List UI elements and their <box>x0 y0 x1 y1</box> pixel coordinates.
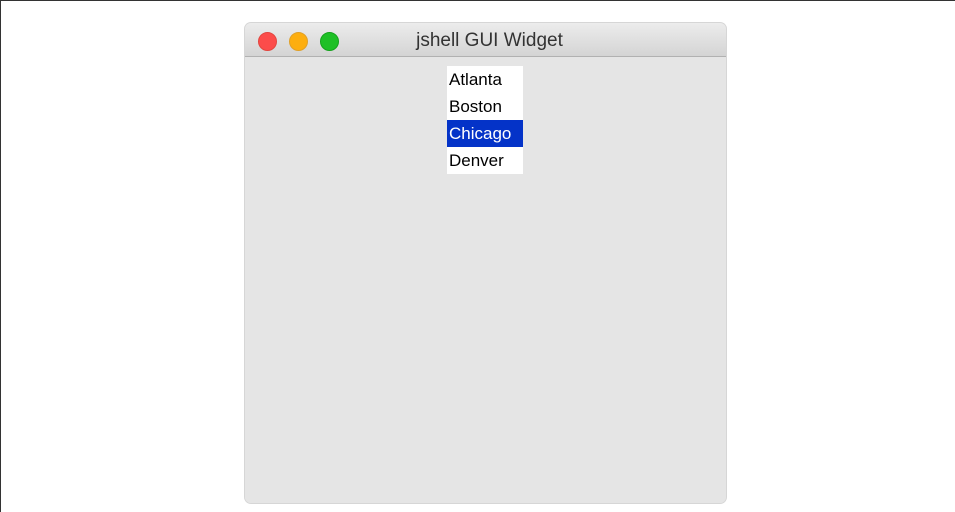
app-window: jshell GUI Widget Atlanta Boston Chicago… <box>245 23 726 503</box>
window-content: Atlanta Boston Chicago Denver <box>245 57 726 503</box>
list-item-atlanta[interactable]: Atlanta <box>447 66 523 93</box>
list-item-denver[interactable]: Denver <box>447 147 523 174</box>
screenshot-frame: jshell GUI Widget Atlanta Boston Chicago… <box>0 0 955 512</box>
list-item-chicago[interactable]: Chicago <box>447 120 523 147</box>
list-item-boston[interactable]: Boston <box>447 93 523 120</box>
window-title: jshell GUI Widget <box>416 30 563 51</box>
title-bar[interactable]: jshell GUI Widget <box>245 23 726 57</box>
city-list[interactable]: Atlanta Boston Chicago Denver <box>447 66 523 174</box>
